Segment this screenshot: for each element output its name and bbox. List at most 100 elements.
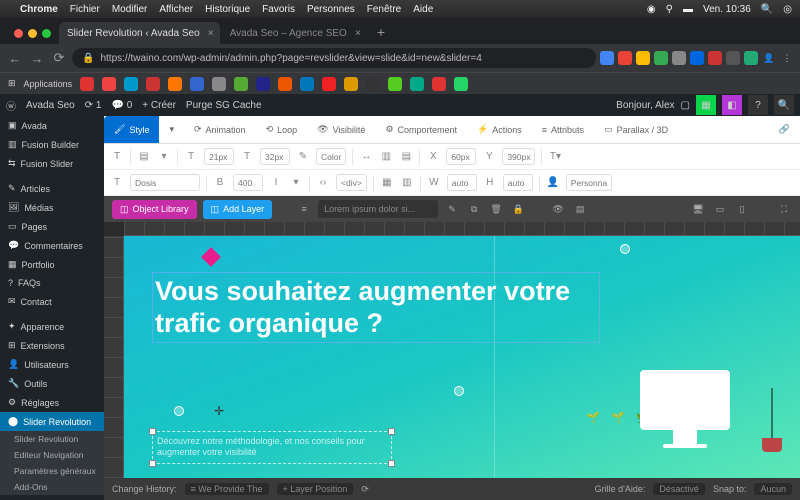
sidebar-item-commentaires[interactable]: 💬Commentaires <box>0 236 104 255</box>
misc-icon[interactable]: T▾ <box>548 151 562 162</box>
resize-handle[interactable] <box>388 428 395 435</box>
object-library-button[interactable]: ◫ Object Library <box>112 200 197 219</box>
back-icon[interactable]: ← <box>6 51 24 66</box>
tablet-icon[interactable]: ▭ <box>712 204 728 215</box>
bookmarks-apps-label[interactable]: Applications <box>24 79 73 89</box>
arrows-h-icon[interactable]: ↔ <box>359 151 373 162</box>
submenu-slider-revolution[interactable]: Slider Revolution <box>0 431 104 447</box>
color-picker-icon[interactable]: ✎ <box>296 151 310 162</box>
redo-icon[interactable]: ⟳ <box>361 484 369 495</box>
greeting[interactable]: Bonjour, Alex <box>616 100 674 111</box>
submenu-addons[interactable]: Add-Ons <box>0 479 104 495</box>
sidebar-item-pages[interactable]: ▭Pages <box>0 217 104 236</box>
reload-icon[interactable]: ⟳ <box>50 50 68 66</box>
layout-icon2[interactable]: ▥ <box>400 177 414 188</box>
bold-icon[interactable]: B <box>213 177 227 188</box>
siri-icon[interactable]: ◎ <box>783 4 792 15</box>
persona-icon[interactable]: 👤 <box>546 177 560 188</box>
bookmark-icon[interactable] <box>146 77 160 91</box>
line-height-input[interactable]: 32px <box>260 148 290 165</box>
resize-handle[interactable] <box>388 460 395 467</box>
handle-icon[interactable] <box>620 244 630 254</box>
menu-historique[interactable]: Historique <box>205 4 250 15</box>
grid-select[interactable]: Désactivé <box>653 483 705 495</box>
bookmark-icon[interactable] <box>256 77 270 91</box>
tab-animation[interactable]: ⟳Animation <box>184 116 256 143</box>
forward-icon[interactable]: → <box>28 51 46 66</box>
monitor-graphic[interactable] <box>630 370 740 448</box>
bookmark-icon[interactable] <box>322 77 336 91</box>
fullscreen-icon[interactable]: ⛶ <box>776 204 792 215</box>
sidebar-item-faqs[interactable]: ?FAQs <box>0 274 104 292</box>
ext-icon[interactable] <box>726 51 740 65</box>
sidebar-item-fusion-slider[interactable]: ⇆Fusion Slider <box>0 154 104 173</box>
format-dd-icon[interactable]: ▾ <box>289 177 303 188</box>
crosshair-icon[interactable]: ✛ <box>214 404 224 418</box>
headline-layer[interactable]: Vous souhaitez augmenter votre trafic or… <box>152 272 600 343</box>
rs-save-icon[interactable]: ▦ <box>696 95 716 115</box>
diamond-shape[interactable] <box>201 247 221 267</box>
layout-icon[interactable]: ▦ <box>380 177 394 188</box>
width-input[interactable]: auto <box>447 174 477 191</box>
code-icon[interactable]: ‹› <box>316 177 330 188</box>
slide-stage[interactable]: Vous souhaitez augmenter votre trafic or… <box>124 236 800 478</box>
spotlight-icon[interactable]: 🔍 <box>761 4 773 15</box>
tab-link-icon[interactable]: 🔗 <box>769 116 800 143</box>
desktop-icon[interactable]: 🖥 <box>690 204 706 215</box>
bookmark-icon[interactable] <box>234 77 248 91</box>
x-input[interactable]: 60px <box>446 148 476 165</box>
tab-dropdown[interactable]: ▾ <box>159 116 184 143</box>
avatar-icon[interactable]: 👤 <box>762 51 776 65</box>
handle-icon[interactable] <box>174 406 184 416</box>
sidebar-item-articles[interactable]: ✎Articles <box>0 179 104 198</box>
wifi-icon[interactable]: ⚲ <box>666 4 673 15</box>
ext-icon[interactable] <box>600 51 614 65</box>
new-tab-button[interactable]: + <box>369 24 393 44</box>
bookmark-icon[interactable] <box>212 77 226 91</box>
sidebar-item-apparence[interactable]: ✦Apparence <box>0 317 104 336</box>
bookmark-icon[interactable] <box>410 77 424 91</box>
tab-attributs[interactable]: ≡Attributs <box>532 116 594 143</box>
menu-favoris[interactable]: Favoris <box>262 4 295 15</box>
sidebar-item-contact[interactable]: ✉Contact <box>0 292 104 311</box>
ext-icon[interactable] <box>636 51 650 65</box>
clock[interactable]: Ven. 10:36 <box>703 4 751 15</box>
align-left-icon[interactable]: ▤ <box>137 151 151 162</box>
bookmark-icon[interactable] <box>432 77 446 91</box>
updates-icon[interactable]: ⟳ 1 <box>85 100 102 111</box>
site-name[interactable]: Avada Seo <box>26 100 75 111</box>
tab-slider-revolution[interactable]: Slider Revolution ‹ Avada Seo <box>59 22 220 44</box>
mobile-icon[interactable]: ▯ <box>734 204 750 215</box>
sidebar-item-slider-revolution[interactable]: ⬤ Slider Revolution <box>0 412 104 431</box>
add-layer-button[interactable]: ◫ Add Layer <box>203 200 273 219</box>
subtext-layer[interactable]: Découvrez notre méthodologie, et nos con… <box>152 431 392 464</box>
text-icon[interactable]: T <box>110 151 124 162</box>
obs-icon[interactable]: ◉ <box>647 4 656 15</box>
lock-icon[interactable]: 🔒 <box>510 204 526 215</box>
sidebar-item-medias[interactable]: 🖼Médias <box>0 198 104 217</box>
duplicate-icon[interactable]: ⧉ <box>466 204 482 215</box>
tab-style[interactable]: 🖌Style <box>104 116 159 143</box>
tab-parallax[interactable]: ▭Parallax / 3D <box>594 116 678 143</box>
ext-icon[interactable] <box>690 51 704 65</box>
chrome-menu-icon[interactable]: ⋮ <box>780 51 794 65</box>
y-input[interactable]: 390px <box>502 148 535 165</box>
maximize-window-icon[interactable] <box>42 29 51 38</box>
bookmark-icon[interactable] <box>190 77 204 91</box>
app-name[interactable]: Chrome <box>20 4 58 15</box>
font-family-input[interactable]: Dosis <box>130 174 200 191</box>
ext-icon[interactable] <box>672 51 686 65</box>
wp-logo-icon[interactable]: ⓦ <box>6 98 16 113</box>
submenu-editeur-navigation[interactable]: Editeur Navigation <box>0 447 104 463</box>
ext-icon[interactable] <box>654 51 668 65</box>
sidebar-item-reglages[interactable]: ⚙Réglages <box>0 393 104 412</box>
battery-icon[interactable]: ▬ <box>683 4 693 15</box>
sidebar-item-extensions[interactable]: ⊞Extensions <box>0 336 104 355</box>
menu-aide[interactable]: Aide <box>413 4 433 15</box>
avatar-icon[interactable]: ▢ <box>681 100 690 111</box>
purge-cache[interactable]: Purge SG Cache <box>186 100 262 111</box>
bookmark-icon[interactable] <box>454 77 468 91</box>
font-weight-input[interactable]: 400 <box>233 174 263 191</box>
snap-select[interactable]: Aucun <box>754 483 792 495</box>
ext-icon[interactable] <box>708 51 722 65</box>
